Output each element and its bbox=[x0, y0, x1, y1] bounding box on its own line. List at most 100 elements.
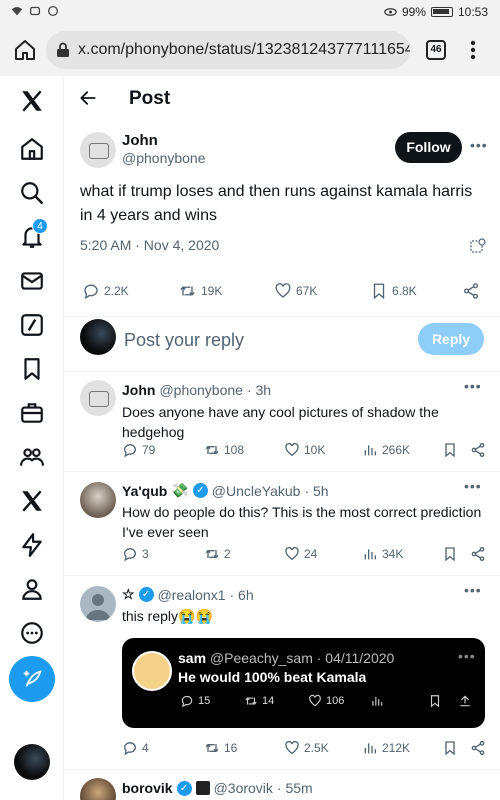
share-icon bbox=[471, 443, 485, 457]
bookmark-action[interactable] bbox=[442, 546, 458, 562]
author-handle[interactable]: @realonx1 bbox=[158, 587, 226, 603]
address-bar[interactable]: x.com/phonybone/status/13238124377711165… bbox=[46, 31, 410, 69]
reply-tweet[interactable]: Ya'qub 💸 ✓ @UncleYakub · 5h ••• How do p… bbox=[64, 472, 500, 576]
home-button[interactable] bbox=[13, 38, 37, 62]
follow-button[interactable]: Follow bbox=[395, 132, 462, 163]
x-logo-link[interactable] bbox=[19, 88, 45, 114]
feather-plus-icon bbox=[23, 670, 42, 687]
repost-action[interactable]: 108 bbox=[204, 442, 244, 458]
author-handle[interactable]: @UncleYakub bbox=[212, 483, 301, 499]
account-avatar[interactable] bbox=[14, 744, 50, 780]
tweet-time[interactable]: · 6h bbox=[229, 587, 253, 603]
reply-action[interactable]: 2.2K bbox=[82, 282, 129, 300]
quote-like-stat: 106 bbox=[308, 694, 344, 708]
share-action[interactable] bbox=[470, 740, 486, 756]
share-action[interactable] bbox=[470, 546, 486, 562]
tweet-text: this reply😭😭 bbox=[122, 608, 213, 624]
more-options-icon[interactable]: ••• bbox=[464, 582, 482, 598]
battery-percent: 99% bbox=[401, 5, 426, 19]
battery-icon bbox=[430, 7, 453, 17]
browser-menu-button[interactable] bbox=[466, 38, 480, 62]
notification-icon bbox=[29, 6, 41, 16]
heart-icon bbox=[285, 442, 299, 457]
sidebar-item-more[interactable] bbox=[19, 620, 45, 646]
grok-explain-icon[interactable] bbox=[470, 238, 486, 254]
repost-action[interactable]: 16 bbox=[204, 740, 237, 756]
back-button[interactable] bbox=[78, 88, 98, 108]
share-icon bbox=[463, 283, 479, 299]
post-text: what if trump loses and then runs agains… bbox=[80, 183, 473, 224]
compose-post-button[interactable] bbox=[9, 656, 55, 702]
sidebar-item-messages[interactable] bbox=[19, 268, 45, 294]
like-action[interactable]: 10K bbox=[284, 442, 325, 458]
reply-action[interactable]: 3 bbox=[122, 546, 149, 562]
bookmark-action[interactable]: 6.8K bbox=[370, 282, 417, 300]
author-handle[interactable]: @phonybone bbox=[122, 150, 206, 166]
bookmark-action[interactable] bbox=[442, 740, 458, 756]
avatar[interactable] bbox=[80, 380, 116, 416]
reply-tweet[interactable]: ☆ ✓ @realonx1 · 6h ••• this reply😭😭 sam … bbox=[64, 576, 500, 770]
views-action[interactable]: 212K bbox=[362, 740, 410, 756]
like-action[interactable]: 2.5K bbox=[284, 740, 329, 756]
wifi-icon bbox=[11, 7, 23, 16]
author-handle[interactable]: @phonybone bbox=[159, 382, 243, 398]
repost-action[interactable]: 2 bbox=[204, 546, 231, 562]
sidebar-item-home[interactable] bbox=[19, 136, 45, 162]
share-action[interactable] bbox=[470, 442, 486, 458]
tweet-header: Ya'qub 💸 ✓ @UncleYakub · 5h bbox=[122, 482, 329, 499]
like-action[interactable]: 67K bbox=[274, 282, 317, 300]
reply-button[interactable]: Reply bbox=[418, 323, 484, 355]
avatar[interactable] bbox=[80, 586, 116, 622]
more-options-icon[interactable]: ••• bbox=[470, 137, 488, 153]
tab-switcher-button[interactable]: 46 bbox=[426, 40, 446, 60]
reply-input[interactable]: Post your reply bbox=[124, 330, 244, 351]
sidebar-item-jobs[interactable] bbox=[19, 400, 45, 426]
people-icon bbox=[20, 448, 44, 466]
sidebar-item-explore[interactable] bbox=[19, 180, 45, 206]
avatar[interactable] bbox=[80, 132, 116, 168]
url-text: x.com/phonybone/status/13238124377711165… bbox=[78, 41, 410, 58]
post-actions: 2.2K 19K 67K 6.8K bbox=[82, 282, 482, 302]
more-options-icon[interactable]: ••• bbox=[464, 378, 482, 394]
sidebar-item-profile[interactable] bbox=[19, 576, 45, 602]
author-name[interactable]: ☆ bbox=[122, 586, 135, 603]
avatar[interactable] bbox=[80, 482, 116, 518]
reply-tweet[interactable]: John @phonybone · 3h ••• Does anyone hav… bbox=[64, 372, 500, 472]
bookmark-icon bbox=[430, 695, 440, 708]
more-options-icon[interactable]: ••• bbox=[464, 478, 482, 494]
reply-action[interactable]: 79 bbox=[122, 442, 155, 458]
quote-repost-stat: 14 bbox=[244, 694, 274, 708]
reply-action[interactable]: 4 bbox=[122, 740, 149, 756]
author-name[interactable]: borovik bbox=[122, 780, 173, 796]
share-action[interactable] bbox=[462, 282, 480, 300]
views-action[interactable]: 34K bbox=[362, 546, 403, 562]
post-timestamp[interactable]: 5:20 AM · Nov 4, 2020 bbox=[80, 237, 219, 253]
sidebar-item-notifications[interactable]: 4 bbox=[19, 218, 48, 250]
sidebar-item-bookmarks[interactable] bbox=[19, 356, 45, 382]
views-action[interactable]: 266K bbox=[362, 442, 410, 458]
quoted-image[interactable]: sam @Peeachy_sam · 04/11/2020 ••• He wou… bbox=[122, 638, 485, 728]
reply-tweet[interactable]: borovik ✓ @3orovik · 55m bbox=[64, 770, 500, 800]
quote-views-stat bbox=[370, 694, 384, 708]
author-handle[interactable]: @3orovik bbox=[214, 780, 273, 796]
sidebar-item-premium[interactable] bbox=[19, 488, 45, 514]
like-action[interactable]: 24 bbox=[284, 546, 317, 562]
bookmark-icon bbox=[445, 547, 455, 562]
sidebar-item-verified-orgs[interactable] bbox=[19, 532, 45, 558]
author-name[interactable]: John bbox=[122, 382, 155, 398]
tweet-time[interactable]: · 3h bbox=[247, 382, 271, 398]
author-name[interactable]: John bbox=[122, 132, 158, 149]
avatar[interactable] bbox=[80, 778, 116, 800]
tweet-time[interactable]: · 55m bbox=[277, 780, 313, 796]
sidebar-item-grok[interactable] bbox=[19, 312, 45, 338]
repost-action[interactable]: 19K bbox=[178, 282, 222, 300]
more-circle-icon bbox=[21, 622, 43, 644]
reply-composer: Post your reply Reply bbox=[64, 316, 500, 372]
quote-text: He would 100% beat Kamala bbox=[178, 669, 367, 685]
author-name[interactable]: Ya'qub bbox=[122, 483, 167, 499]
bookmark-action[interactable] bbox=[442, 442, 458, 458]
sidebar-item-communities[interactable] bbox=[19, 444, 45, 470]
quote-reply-stat: 15 bbox=[180, 694, 210, 708]
tweet-time[interactable]: · 5h bbox=[304, 483, 328, 499]
repost-count: 2 bbox=[224, 547, 231, 561]
